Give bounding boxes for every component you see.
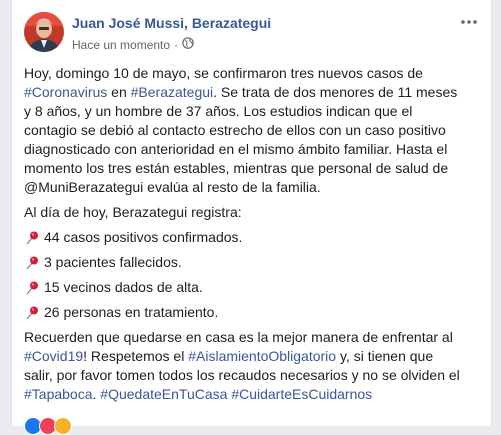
- list-item-text: 3 pacientes fallecidos.: [44, 254, 182, 270]
- list-item-text: 44 casos positivos confirmados.: [44, 229, 243, 245]
- list-item-text: 26 personas en tratamiento.: [44, 304, 219, 320]
- list-item-text: 15 vecinos dados de alta.: [44, 279, 203, 295]
- more-options-icon[interactable]: [459, 12, 479, 32]
- reactions-bar: [24, 417, 479, 435]
- list-item: 26 personas en tratamiento.: [24, 303, 464, 322]
- hashtag-quedateentucasa[interactable]: #QuedateEnTuCasa: [100, 386, 227, 402]
- post-intro: Al día de hoy, Berazategui registra:: [24, 204, 242, 220]
- text: . Se trata de dos menores de 11 meses y …: [24, 84, 458, 195]
- hashtag-coronavirus[interactable]: #Coronavirus: [24, 84, 107, 100]
- globe-icon[interactable]: [182, 37, 194, 52]
- list-item: 15 vecinos dados de alta.: [24, 278, 464, 297]
- separator-dot: ·: [174, 37, 179, 52]
- list-item: 3 pacientes fallecidos.: [24, 253, 464, 272]
- hashtag-berazategui[interactable]: #Berazategui: [131, 84, 214, 100]
- avatar-image: [24, 12, 64, 52]
- haha-reaction-icon: [54, 417, 72, 435]
- avatar[interactable]: [24, 12, 64, 52]
- text: Recuerden que quedarse en casa es la mej…: [24, 329, 453, 345]
- text: en: [107, 84, 131, 100]
- list-item: 44 casos positivos confirmados.: [24, 228, 464, 247]
- post-paragraph-1: Hoy, domingo 10 de mayo, se confirmaron …: [24, 64, 464, 197]
- text: Hoy, domingo 10 de mayo, se confirmaron …: [24, 65, 423, 81]
- post-header: Juan José Mussi, Berazategui Hace un mom…: [24, 12, 479, 56]
- post-card: Juan José Mussi, Berazategui Hace un mom…: [11, 0, 492, 435]
- post-body: Hoy, domingo 10 de mayo, se confirmaron …: [24, 64, 464, 410]
- post-paragraph-3: Recuerden que quedarse en casa es la mej…: [24, 328, 464, 404]
- hashtag-cuidarteescuidarnos[interactable]: #CuidarteEsCuidarnos: [231, 386, 372, 402]
- pushpin-icon: [26, 306, 38, 319]
- pushpin-icon: [26, 231, 38, 244]
- hashtag-covid19[interactable]: #Covid19: [24, 348, 83, 364]
- pushpin-icon: [26, 281, 38, 294]
- hashtag-tapaboca[interactable]: #Tapaboca: [24, 386, 93, 402]
- post-meta: Hace un momento ·: [72, 37, 194, 52]
- hashtag-aislamientoobligatorio[interactable]: #AislamientoObligatorio: [188, 348, 336, 364]
- author-name[interactable]: Juan José Mussi, Berazategui: [72, 15, 271, 31]
- pushpin-icon: [26, 256, 38, 269]
- post-timestamp[interactable]: Hace un momento: [72, 38, 170, 52]
- text: ! Respetemos el: [83, 348, 189, 364]
- reactions-summary[interactable]: [24, 417, 72, 435]
